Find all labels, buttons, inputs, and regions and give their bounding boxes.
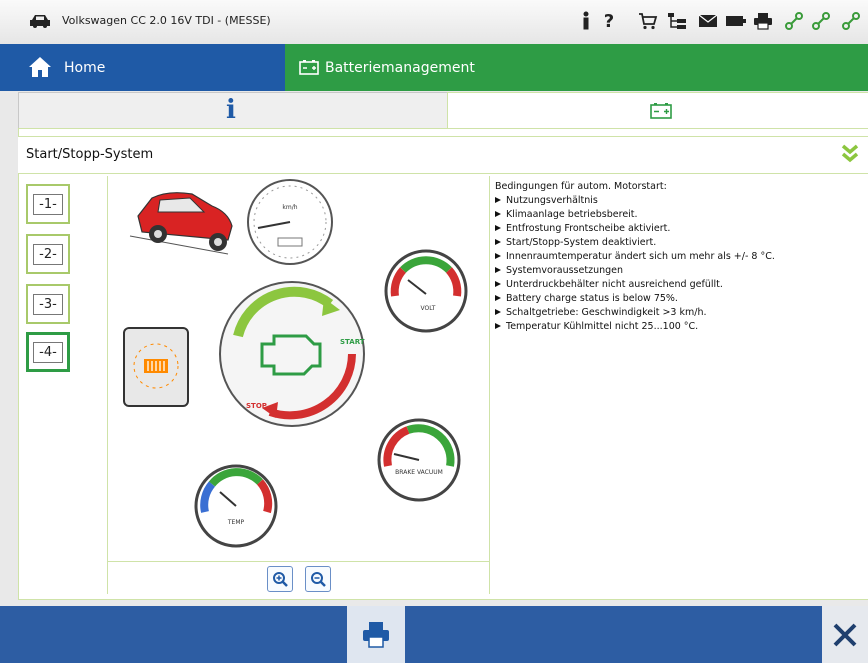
side-button-label: -2- <box>33 243 63 265</box>
speed-gauge-label: km/h <box>282 204 297 211</box>
title-bar: Volkswagen CC 2.0 16V TDI - (MESSE) ? <box>0 0 868 45</box>
temp-gauge-label: TEMP <box>227 519 245 526</box>
side-button-label: -4- <box>33 341 63 363</box>
volt-gauge: VOLT <box>384 249 468 333</box>
zoom-in-button[interactable] <box>267 566 293 592</box>
battery-status-icon[interactable] <box>725 10 747 32</box>
info-label: i <box>226 95 236 125</box>
start-label: START <box>340 338 365 346</box>
condition-item: Battery charge status is below 75%. <box>495 293 678 304</box>
printer-icon[interactable] <box>752 10 774 32</box>
printer-icon <box>363 621 389 648</box>
speed-gauge: km/h <box>247 179 333 265</box>
print-button[interactable] <box>347 606 405 663</box>
nav-battery-button[interactable]: Batteriemanagement <box>285 44 868 91</box>
side-button-label: -3- <box>33 293 63 315</box>
bullet-icon <box>495 295 501 301</box>
nav-home-label: Home <box>64 60 106 76</box>
bullet-icon <box>495 267 501 273</box>
bottom-bar <box>0 606 868 663</box>
zoom-divider <box>108 561 489 562</box>
car-illustration <box>129 192 233 255</box>
window-title: Volkswagen CC 2.0 16V TDI - (MESSE) <box>62 14 271 27</box>
connection-icon[interactable] <box>783 10 805 32</box>
bullet-icon <box>495 281 501 287</box>
stop-label: STOP <box>246 402 267 410</box>
zoom-out-button[interactable] <box>305 566 331 592</box>
link-icon[interactable] <box>840 10 862 32</box>
network-icon[interactable] <box>666 10 688 32</box>
bullet-icon <box>495 253 501 259</box>
side-button-3[interactable]: -3- <box>26 284 70 324</box>
section-title: Start/Stopp-System <box>26 147 154 162</box>
person-info-icon[interactable] <box>575 10 597 32</box>
help-icon[interactable]: ? <box>598 10 620 32</box>
brake-gauge-label: BRAKE VACUUM <box>395 469 443 476</box>
start-stop-illustration: km/h VOLT START STOP BRAKE VACUUM TEMP <box>123 179 468 548</box>
battery-tab-icon <box>650 102 672 123</box>
condition-item: Unterdruckbehälter nicht ausreichend gef… <box>495 279 723 290</box>
defrost-icon <box>123 327 189 407</box>
engine-status-dial: START STOP <box>219 281 365 427</box>
bullet-icon <box>495 225 501 231</box>
temp-gauge: TEMP <box>194 464 278 548</box>
bullet-icon <box>495 197 501 203</box>
nav-home-button[interactable]: Home <box>0 44 285 91</box>
condition-item: Temperatur Kühlmittel nicht 25...100 °C. <box>495 321 698 332</box>
conditions-title: Bedingungen für autom. Motorstart: <box>495 181 667 192</box>
home-icon <box>28 56 52 82</box>
condition-item: Klimaanlage betriebsbereit. <box>495 209 638 220</box>
tab-info[interactable]: i <box>18 92 448 129</box>
section-header[interactable]: Start/Stopp-System <box>18 136 868 174</box>
bullet-icon <box>495 211 501 217</box>
mail-icon[interactable] <box>697 10 719 32</box>
volt-gauge-label: VOLT <box>421 305 436 312</box>
battery-icon <box>299 59 319 79</box>
condition-item: Nutzungsverhältnis <box>495 195 598 206</box>
side-button-4[interactable]: -4- <box>26 332 70 372</box>
zoom-in-icon <box>273 572 288 587</box>
condition-item: Systemvoraussetzungen <box>495 265 623 276</box>
zoom-out-icon <box>311 572 326 587</box>
condition-item: Innenraumtemperatur ändert sich um mehr … <box>495 251 775 262</box>
side-button-label: -1- <box>33 193 63 215</box>
close-button[interactable] <box>822 606 868 663</box>
nav-battery-label: Batteriemanagement <box>325 60 475 76</box>
vci-icon[interactable] <box>810 10 832 32</box>
close-icon <box>833 623 857 646</box>
side-button-1[interactable]: -1- <box>26 184 70 224</box>
tab-battery[interactable] <box>447 92 868 129</box>
condition-item: Schaltgetriebe: Geschwindigkeit >3 km/h. <box>495 307 707 318</box>
condition-item: Entfrostung Frontscheibe aktiviert. <box>495 223 670 234</box>
car-icon <box>28 12 52 34</box>
cart-icon[interactable] <box>637 10 659 32</box>
bullet-icon <box>495 239 501 245</box>
side-button-2[interactable]: -2- <box>26 234 70 274</box>
bullet-icon <box>495 323 501 329</box>
column-divider <box>489 176 490 594</box>
double-chevron-down-icon[interactable] <box>840 143 860 169</box>
bullet-icon <box>495 309 501 315</box>
brake-vacuum-gauge: BRAKE VACUUM <box>377 418 461 502</box>
condition-item: Start/Stopp-System deaktiviert. <box>495 237 656 248</box>
